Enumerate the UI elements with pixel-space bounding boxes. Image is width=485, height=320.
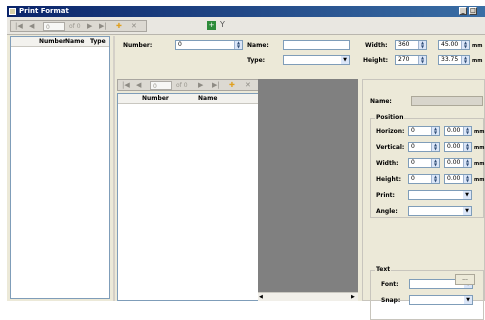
field-add-button[interactable]: ✚ [229,81,235,90]
canvas-hscrollbar[interactable]: ◀ ▶ [258,292,358,301]
prop-name-label: Name: [370,98,392,105]
position-group-title: Position [375,114,405,121]
font-label: Font: [381,281,399,288]
design-canvas[interactable] [258,79,358,292]
first-record-button[interactable]: |◀ [15,22,23,31]
prop-name-field[interactable] [411,96,483,106]
add-icon[interactable]: + [207,21,216,30]
print-label: Print: [376,192,395,199]
position-input[interactable]: 0 [43,22,65,31]
prop-width-input[interactable]: 0 ▲ ▼ [408,158,440,168]
height-px-input[interactable]: 270 ▲ ▼ [395,55,427,65]
column-number[interactable]: Number [39,38,66,45]
delete-record-button[interactable]: ✕ [131,22,137,31]
scroll-right-icon[interactable]: ▶ [351,294,355,300]
column-type[interactable]: Type [90,38,106,45]
width-px-input[interactable]: 360 ▲ ▼ [395,40,427,50]
field-prev-button[interactable]: ◀ [136,81,141,90]
angle-label: Angle: [376,208,398,215]
format-list-header: Number Name Type [11,37,109,47]
prop-height-mm-unit: mm [474,177,485,183]
window-title: Print Format [19,7,69,15]
prop-height-mm-input[interactable]: 0.00 ▲ ▼ [444,174,472,184]
prev-record-button[interactable]: ◀ [29,22,34,31]
scroll-left-icon[interactable]: ◀ [259,294,263,300]
field-last-button[interactable]: ▶| [212,81,220,90]
prop-height-label: Height: [376,176,401,183]
next-record-button[interactable]: ▶ [87,22,92,31]
horizon-input[interactable]: 0 ▲ ▼ [408,126,440,136]
minimize-button[interactable]: _ [459,7,467,15]
height-mm-input[interactable]: 33.75 ▲ ▼ [438,55,470,65]
number-label: Number: [123,42,153,49]
horizon-mm-unit: mm [474,129,485,135]
app-icon [9,8,16,15]
field-delete-button[interactable]: ✕ [245,81,251,90]
angle-select[interactable]: ▼ [408,206,472,216]
properties-panel: Name: Position Horizon: 0 ▲ ▼ 0.00 ▲ ▼ mm Ve… [362,79,485,320]
field-next-button[interactable]: ▶ [198,81,203,90]
height-mm-unit: mm [472,58,483,64]
snap-select[interactable]: ▼ [409,295,473,305]
text-group-title: Text [375,266,392,273]
field-column-name[interactable]: Name [198,95,217,102]
last-record-button[interactable]: ▶| [99,22,107,31]
vertical-input[interactable]: 0 ▲ ▼ [408,142,440,152]
number-input[interactable]: 0 ▲ ▼ [175,40,243,50]
name-label: Name: [247,42,269,49]
position-group: Position Horizon: 0 ▲ ▼ 0.00 ▲ ▼ mm Vertical… [370,114,485,218]
add-record-button[interactable]: ✚ [116,22,122,31]
top-toolbar: |◀ ◀ 0 of 0 ▶ ▶| ✚ ✕ + Y [7,17,485,35]
main-area: Number Name Type Number: 0 ▲ ▼ Name: Type:… [7,35,485,320]
height-label: Height: [363,57,388,64]
record-count: of 0 [69,23,81,30]
horizon-mm-input[interactable]: 0.00 ▲ ▼ [444,126,472,136]
field-column-number[interactable]: Number [142,95,169,102]
field-list-header: Number Name [118,94,260,104]
width-mm-input[interactable]: 45.00 ▲ ▼ [438,40,470,50]
width-mm-unit: mm [472,43,483,49]
prop-width-mm-input[interactable]: 0.00 ▲ ▼ [444,158,472,168]
width-label: Width: [365,42,388,49]
name-input[interactable] [283,40,350,50]
field-position-input[interactable]: 0 [150,81,172,90]
field-count: of 0 [176,82,188,89]
type-select[interactable]: ▼ [283,55,350,65]
record-navigator: |◀ ◀ 0 of 0 ▶ ▶| ✚ ✕ [10,20,147,32]
window-title-bar: Print Format _ □ [7,6,485,17]
filter-icon[interactable]: Y [220,20,225,29]
column-name[interactable]: Name [65,38,84,45]
field-navigator: |◀ ◀ 0 of 0 ▶ ▶| ✚ ✕ [117,79,261,91]
prop-height-input[interactable]: 0 ▲ ▼ [408,174,440,184]
type-label: Type: [247,57,266,64]
prop-width-label: Width: [376,160,399,167]
maximize-button[interactable]: □ [469,7,477,15]
vertical-mm-input[interactable]: 0.00 ▲ ▼ [444,142,472,152]
prop-width-mm-unit: mm [474,161,485,167]
horizon-label: Horizon: [376,128,405,135]
splitter[interactable] [113,36,115,301]
field-list[interactable]: Number Name [117,93,261,301]
font-browse-button[interactable]: ... [455,274,475,285]
print-select[interactable]: ▼ [408,190,472,200]
vertical-label: Vertical: [376,144,405,151]
format-list[interactable]: Number Name Type [10,36,110,299]
field-first-button[interactable]: |◀ [122,81,130,90]
vertical-mm-unit: mm [474,145,485,151]
